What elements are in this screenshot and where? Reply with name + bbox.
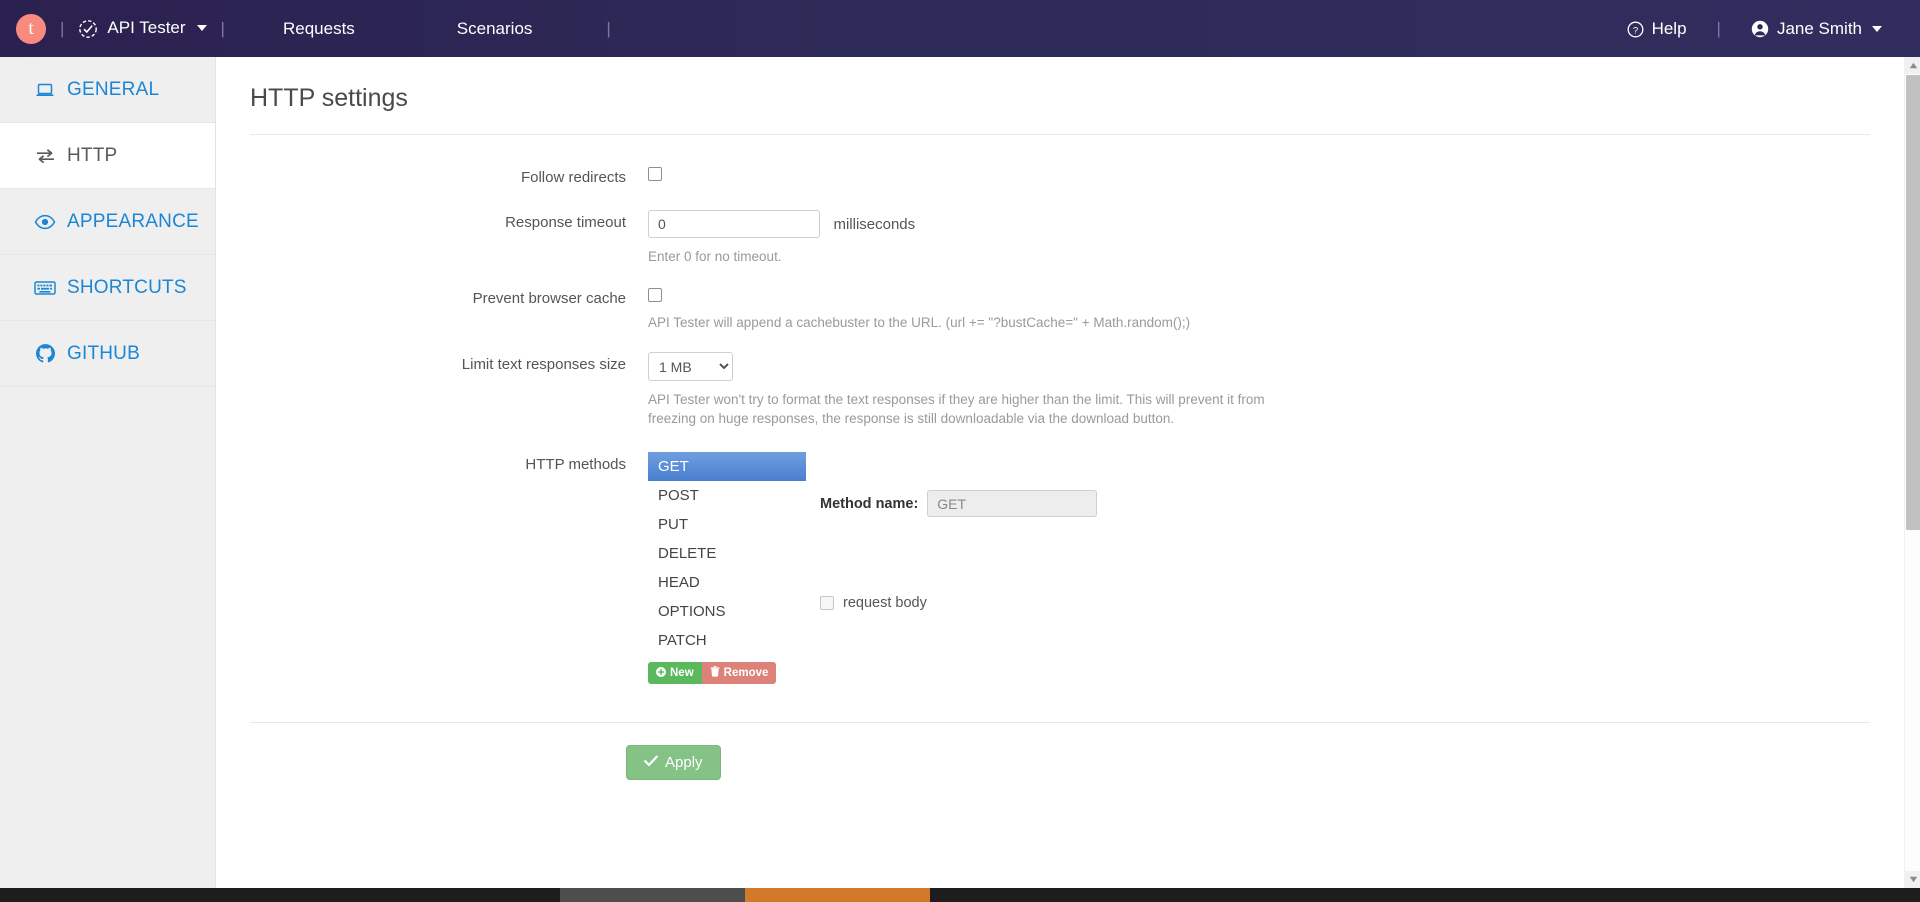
method-option-head[interactable]: HEAD: [648, 568, 806, 597]
prevent-browser-cache-label: Prevent browser cache: [472, 290, 626, 307]
chevron-down-icon: [1872, 25, 1882, 32]
brand-menu[interactable]: API Tester: [78, 18, 207, 39]
app-logo-icon[interactable]: t: [16, 13, 46, 44]
prevent-browser-cache-help: API Tester will append a cachebuster to …: [648, 315, 1191, 330]
method-actions: New Remove: [648, 662, 806, 684]
http-methods-label: HTTP methods: [525, 456, 626, 473]
apply-label: Apply: [665, 754, 703, 771]
svg-text:?: ?: [1632, 25, 1637, 36]
sidebar-item-label: HTTP: [67, 144, 118, 166]
request-body-label: request body: [843, 595, 927, 611]
avatar-icon: [1751, 19, 1769, 39]
apply-button[interactable]: Apply: [626, 745, 721, 780]
limit-text-responses-label: Limit text responses size: [461, 356, 626, 373]
remove-method-button[interactable]: Remove: [701, 662, 777, 684]
apply-row: Apply: [216, 723, 1904, 780]
remove-method-label: Remove: [723, 667, 769, 679]
app-root: t | API Tester | Requests Scenarios | ?: [0, 0, 1920, 902]
nav-separator-2: |: [220, 18, 225, 38]
new-method-label: New: [670, 667, 694, 679]
vertical-scrollbar-thumb[interactable]: [1906, 75, 1920, 530]
scroll-down-arrow-icon[interactable]: [1905, 871, 1920, 888]
follow-redirects-label: Follow redirects: [520, 169, 626, 186]
response-timeout-input[interactable]: [648, 210, 820, 238]
user-menu[interactable]: Jane Smith: [1735, 19, 1898, 39]
navbar-right-group: ? Help | Jane Smith: [1611, 19, 1920, 39]
nav-link-requests[interactable]: Requests: [267, 19, 371, 39]
settings-sidebar: GENERAL HTTP APPEARANCE SHORTCUTS GITHUB: [0, 57, 216, 902]
bottom-taskbar[interactable]: [0, 888, 1920, 902]
method-option-delete[interactable]: DELETE: [648, 539, 806, 568]
method-option-patch[interactable]: PATCH: [648, 626, 806, 655]
sidebar-item-github[interactable]: GITHUB: [0, 321, 215, 387]
scroll-up-arrow-icon[interactable]: [1905, 57, 1920, 74]
sidebar-item-label: GITHUB: [67, 342, 140, 364]
laptop-icon: [34, 79, 56, 101]
sidebar-item-http[interactable]: HTTP: [0, 123, 215, 189]
response-timeout-help: Enter 0 for no timeout.: [648, 249, 782, 264]
http-methods-column: GET POST PUT DELETE HEAD OPTIONS PATCH N…: [648, 452, 806, 684]
help-link[interactable]: ? Help: [1611, 19, 1703, 39]
taskbar-segment-right: [930, 888, 1920, 902]
keyboard-icon: [34, 277, 56, 299]
top-navbar: t | API Tester | Requests Scenarios | ?: [0, 0, 1920, 57]
method-option-post[interactable]: POST: [648, 481, 806, 510]
eye-icon: [34, 211, 56, 233]
sidebar-item-label: GENERAL: [67, 78, 160, 100]
brand-label: API Tester: [107, 18, 186, 38]
check-circle-icon: [78, 18, 98, 39]
settings-main-panel: HTTP settings Follow redirects Response …: [216, 57, 1904, 888]
row-response-timeout: Response timeout milliseconds Enter 0 fo…: [216, 210, 1904, 266]
trash-icon: [710, 666, 720, 680]
row-follow-redirects: Follow redirects: [216, 165, 1904, 186]
method-detail-panel: Method name: request body: [820, 452, 1098, 611]
taskbar-segment-highlight: [745, 888, 930, 902]
nav-link-scenarios[interactable]: Scenarios: [441, 19, 549, 39]
row-http-methods: HTTP methods GET POST PUT DELETE HEAD OP…: [216, 452, 1904, 684]
nav-separator-1: |: [60, 18, 65, 38]
sidebar-item-general[interactable]: GENERAL: [0, 57, 215, 123]
plus-circle-icon: [656, 666, 666, 680]
sidebar-item-appearance[interactable]: APPEARANCE: [0, 189, 215, 255]
method-option-get[interactable]: GET: [648, 452, 806, 481]
sidebar-item-label: APPEARANCE: [67, 210, 199, 232]
nav-separator-4: |: [1716, 18, 1721, 38]
chevron-down-icon: [196, 25, 207, 32]
user-name-label: Jane Smith: [1776, 18, 1862, 38]
response-timeout-unit: milliseconds: [833, 216, 916, 233]
exchange-arrows-icon: [34, 145, 56, 167]
limit-text-responses-help: API Tester won't try to format the text …: [648, 392, 1265, 426]
response-timeout-label: Response timeout: [505, 214, 626, 231]
request-body-checkbox[interactable]: [820, 596, 834, 610]
help-label: Help: [1651, 18, 1687, 38]
prevent-browser-cache-checkbox[interactable]: [648, 287, 662, 302]
question-circle-icon: ?: [1627, 19, 1644, 39]
nav-separator-3: |: [606, 18, 611, 38]
follow-redirects-checkbox[interactable]: [648, 166, 662, 181]
sidebar-item-label: SHORTCUTS: [67, 276, 187, 298]
request-body-row: request body: [820, 595, 1097, 611]
http-settings-form: Follow redirects Response timeout millis…: [216, 135, 1904, 780]
new-method-button[interactable]: New: [648, 662, 702, 684]
method-name-input[interactable]: [927, 490, 1098, 517]
row-limit-text-responses: Limit text responses size 1 MB API Teste…: [216, 352, 1904, 428]
limit-text-responses-select[interactable]: 1 MB: [648, 352, 733, 381]
github-icon: [34, 343, 56, 365]
method-option-options[interactable]: OPTIONS: [648, 597, 806, 626]
row-prevent-browser-cache: Prevent browser cache API Tester will ap…: [216, 286, 1904, 332]
sidebar-item-shortcuts[interactable]: SHORTCUTS: [0, 255, 215, 321]
taskbar-segment-thumb[interactable]: [560, 888, 745, 902]
page-title: HTTP settings: [250, 84, 408, 112]
taskbar-segment-left: [0, 888, 560, 902]
method-name-label: Method name:: [820, 495, 919, 512]
method-name-row: Method name:: [820, 490, 1098, 517]
check-icon: [644, 754, 658, 771]
http-methods-listbox[interactable]: GET POST PUT DELETE HEAD OPTIONS PATCH: [648, 452, 806, 655]
method-option-put[interactable]: PUT: [648, 510, 806, 539]
vertical-scrollbar[interactable]: [1904, 57, 1920, 888]
